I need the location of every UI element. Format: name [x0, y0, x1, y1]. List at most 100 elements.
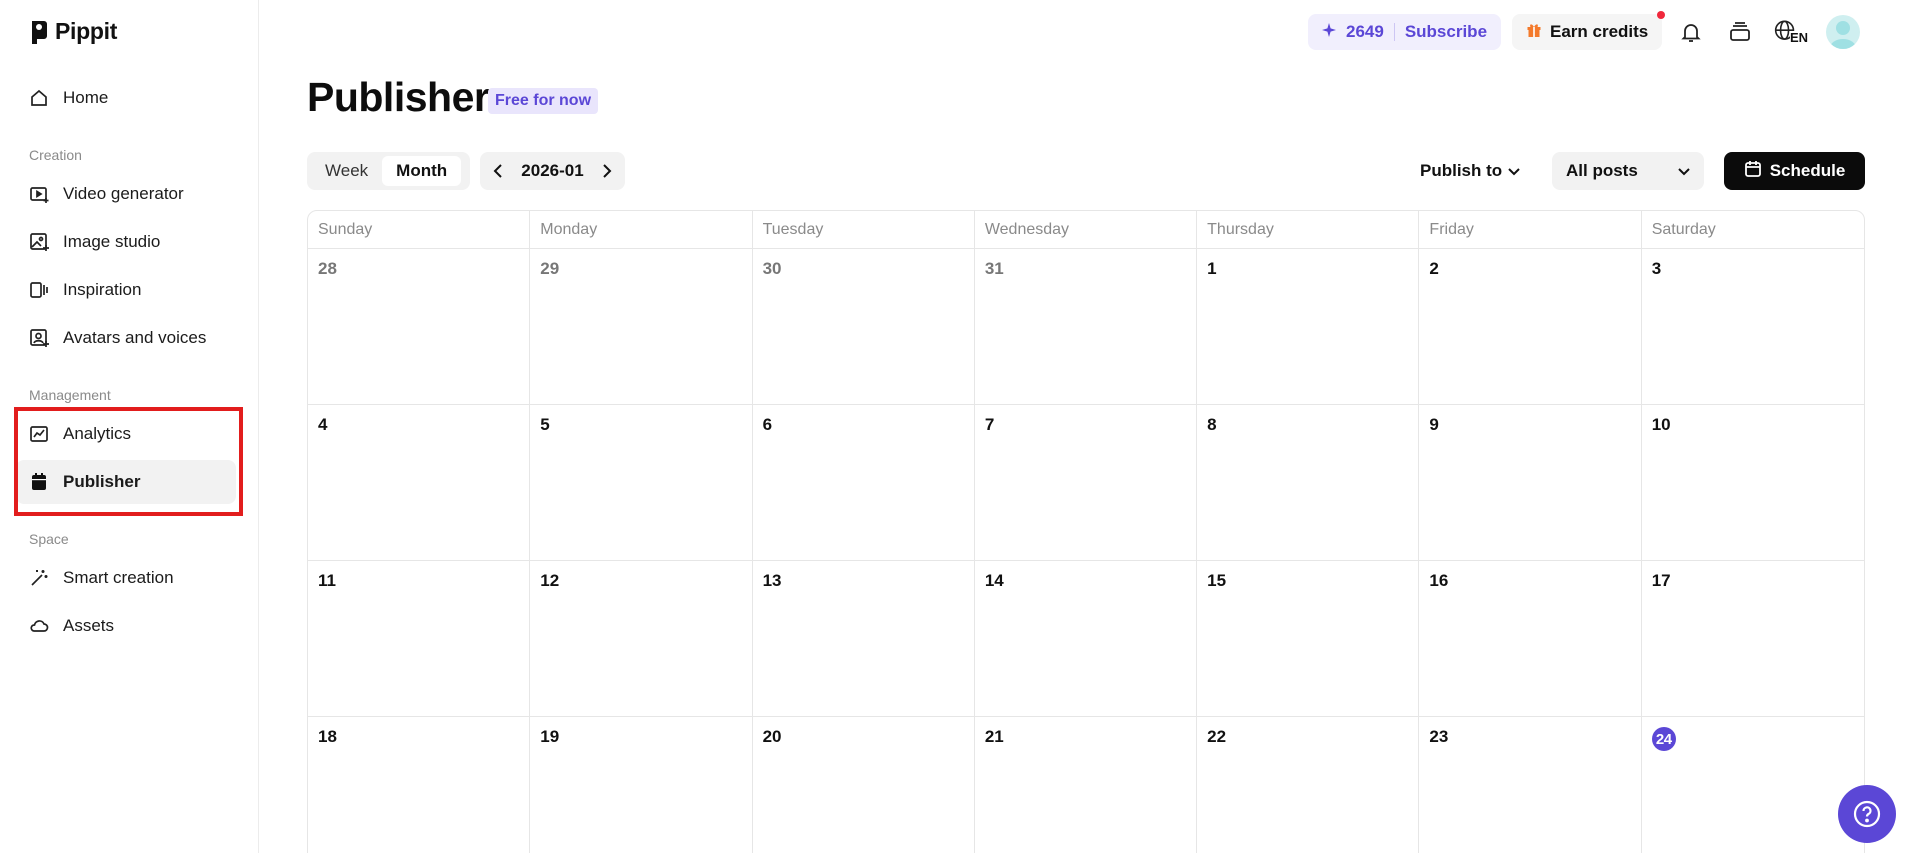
calendar-day-cell[interactable]: 28 — [308, 249, 531, 405]
sidebar-item-smart-creation[interactable]: Smart creation — [16, 556, 236, 600]
weekday-header: Sunday Monday Tuesday Wednesday Thursday… — [308, 211, 1864, 249]
calendar-day-cell[interactable]: 3 — [1641, 249, 1864, 405]
day-number: 8 — [1207, 415, 1217, 434]
calendar-day-cell[interactable]: 23 — [1419, 717, 1642, 853]
tab-week[interactable]: Week — [311, 156, 382, 186]
chevron-down-icon — [1508, 161, 1520, 181]
day-number: 23 — [1429, 727, 1449, 746]
weekday-label: Sunday — [308, 211, 531, 249]
calendar-day-cell[interactable]: 9 — [1419, 405, 1642, 561]
bell-icon[interactable] — [1675, 16, 1707, 48]
sidebar-item-home[interactable]: Home — [16, 76, 236, 120]
calendar-day-cell[interactable]: 13 — [752, 561, 975, 717]
highlight-annotation-box — [14, 407, 243, 516]
day-number: 5 — [540, 415, 550, 434]
sidebar-item-label: Home — [63, 88, 109, 107]
publish-to-dropdown[interactable]: Publish to — [1420, 152, 1520, 190]
calendar-day-cell[interactable]: 24 — [1642, 717, 1864, 853]
day-number: 16 — [1429, 571, 1449, 590]
section-label-creation: Creation — [29, 147, 82, 163]
cloud-icon — [28, 615, 50, 637]
schedule-button[interactable]: Schedule — [1724, 152, 1865, 190]
calendar-day-cell[interactable]: 14 — [974, 561, 1198, 717]
sidebar-item-assets[interactable]: Assets — [16, 604, 236, 648]
day-number: 21 — [984, 727, 1004, 746]
video-plus-icon — [28, 183, 50, 205]
credits-pill[interactable]: 2649 Subscribe — [1308, 14, 1502, 50]
day-number: 2 — [1429, 259, 1439, 278]
calendar-day-cell[interactable]: 1 — [1197, 249, 1420, 405]
weekday-label: Monday — [530, 211, 753, 249]
layers-icon[interactable] — [1724, 16, 1756, 48]
sidebar-item-avatars-and-voices[interactable]: Avatars and voices — [16, 316, 236, 360]
calendar-day-cell[interactable]: 16 — [1419, 561, 1642, 717]
language-icon[interactable]: EN — [1773, 16, 1809, 48]
day-number: 9 — [1429, 415, 1439, 434]
day-number: 1 — [1207, 259, 1217, 278]
calendar-day-cell[interactable]: 22 — [1197, 717, 1420, 853]
chevron-left-icon[interactable] — [490, 163, 506, 179]
help-button[interactable] — [1838, 785, 1896, 843]
earn-credits-label: Earn credits — [1550, 22, 1649, 41]
day-number: 30 — [762, 259, 782, 278]
avatar[interactable] — [1826, 15, 1860, 49]
calendar-day-cell[interactable]: 21 — [975, 717, 1198, 853]
calendar-day-cell[interactable]: 20 — [753, 717, 975, 853]
calendar-day-cell[interactable]: 19 — [530, 717, 753, 853]
image-plus-icon — [28, 231, 50, 253]
day-number: 3 — [1651, 259, 1662, 278]
subscribe-button[interactable]: Subscribe — [1405, 22, 1487, 42]
chevron-right-icon[interactable] — [599, 163, 615, 179]
sidebar-item-label: Assets — [63, 616, 115, 635]
calendar-day-cell[interactable]: 15 — [1197, 561, 1420, 717]
help-icon — [1853, 800, 1881, 828]
page-title: Publisher — [307, 74, 490, 120]
calendar-day-cell[interactable]: 6 — [752, 405, 975, 561]
calendar-day-cell[interactable]: 8 — [1197, 405, 1420, 561]
day-number: 7 — [984, 415, 995, 434]
calendar-day-cell[interactable]: 30 — [752, 249, 975, 405]
day-number: 13 — [762, 571, 782, 590]
day-number: 14 — [984, 571, 1004, 590]
section-label-space: Space — [29, 531, 69, 547]
sidebar-item-label: Avatars and voices — [63, 328, 207, 347]
day-number: 15 — [1207, 571, 1227, 590]
calendar-day-cell[interactable]: 10 — [1641, 405, 1864, 561]
tab-month[interactable]: Month — [382, 156, 462, 186]
home-icon — [28, 87, 50, 109]
sidebar-item-video-generator[interactable]: Video generator — [16, 172, 236, 216]
calendar-day-cell[interactable]: 29 — [530, 249, 753, 405]
inspiration-icon — [28, 279, 50, 301]
calendar-day-cell[interactable]: 7 — [974, 405, 1198, 561]
day-number: 20 — [762, 727, 782, 746]
language-label: EN — [1790, 30, 1809, 45]
app-name: Pippit — [55, 18, 118, 44]
earn-credits-button[interactable]: Earn credits — [1512, 14, 1663, 50]
notification-dot — [1657, 11, 1665, 19]
chevron-down-icon — [1678, 161, 1690, 181]
calendar-day-cell[interactable]: 4 — [308, 405, 531, 561]
day-number: 12 — [540, 571, 560, 590]
calendar-day-cell[interactable]: 2 — [1419, 249, 1642, 405]
day-number: 11 — [318, 571, 336, 590]
month-navigator: 2026-01 — [480, 152, 625, 190]
posts-filter-select[interactable]: All posts — [1552, 152, 1704, 190]
calendar-day-cell[interactable]: 11 — [308, 561, 531, 717]
sidebar: Pippit Home Creation Video generator Ima… — [0, 0, 259, 853]
sidebar-item-inspiration[interactable]: Inspiration — [16, 268, 236, 312]
calendar-day-cell[interactable]: 18 — [308, 717, 531, 853]
month-calendar: Sunday Monday Tuesday Wednesday Thursday… — [307, 210, 1865, 853]
publish-to-label: Publish to — [1420, 161, 1503, 180]
day-number: 29 — [540, 259, 560, 278]
sidebar-item-label: Image studio — [63, 232, 161, 251]
sidebar-item-image-studio[interactable]: Image studio — [16, 220, 236, 264]
logo[interactable]: Pippit — [29, 18, 117, 45]
divider — [1393, 23, 1395, 41]
calendar-day-cell[interactable]: 17 — [1641, 561, 1864, 717]
calendar-day-cell[interactable]: 12 — [530, 561, 753, 717]
calendar-day-cell[interactable]: 31 — [974, 249, 1198, 405]
magic-wand-icon — [28, 567, 50, 589]
sidebar-item-label: Smart creation — [63, 568, 174, 587]
weekday-label: Wednesday — [975, 211, 1198, 249]
calendar-day-cell[interactable]: 5 — [530, 405, 753, 561]
